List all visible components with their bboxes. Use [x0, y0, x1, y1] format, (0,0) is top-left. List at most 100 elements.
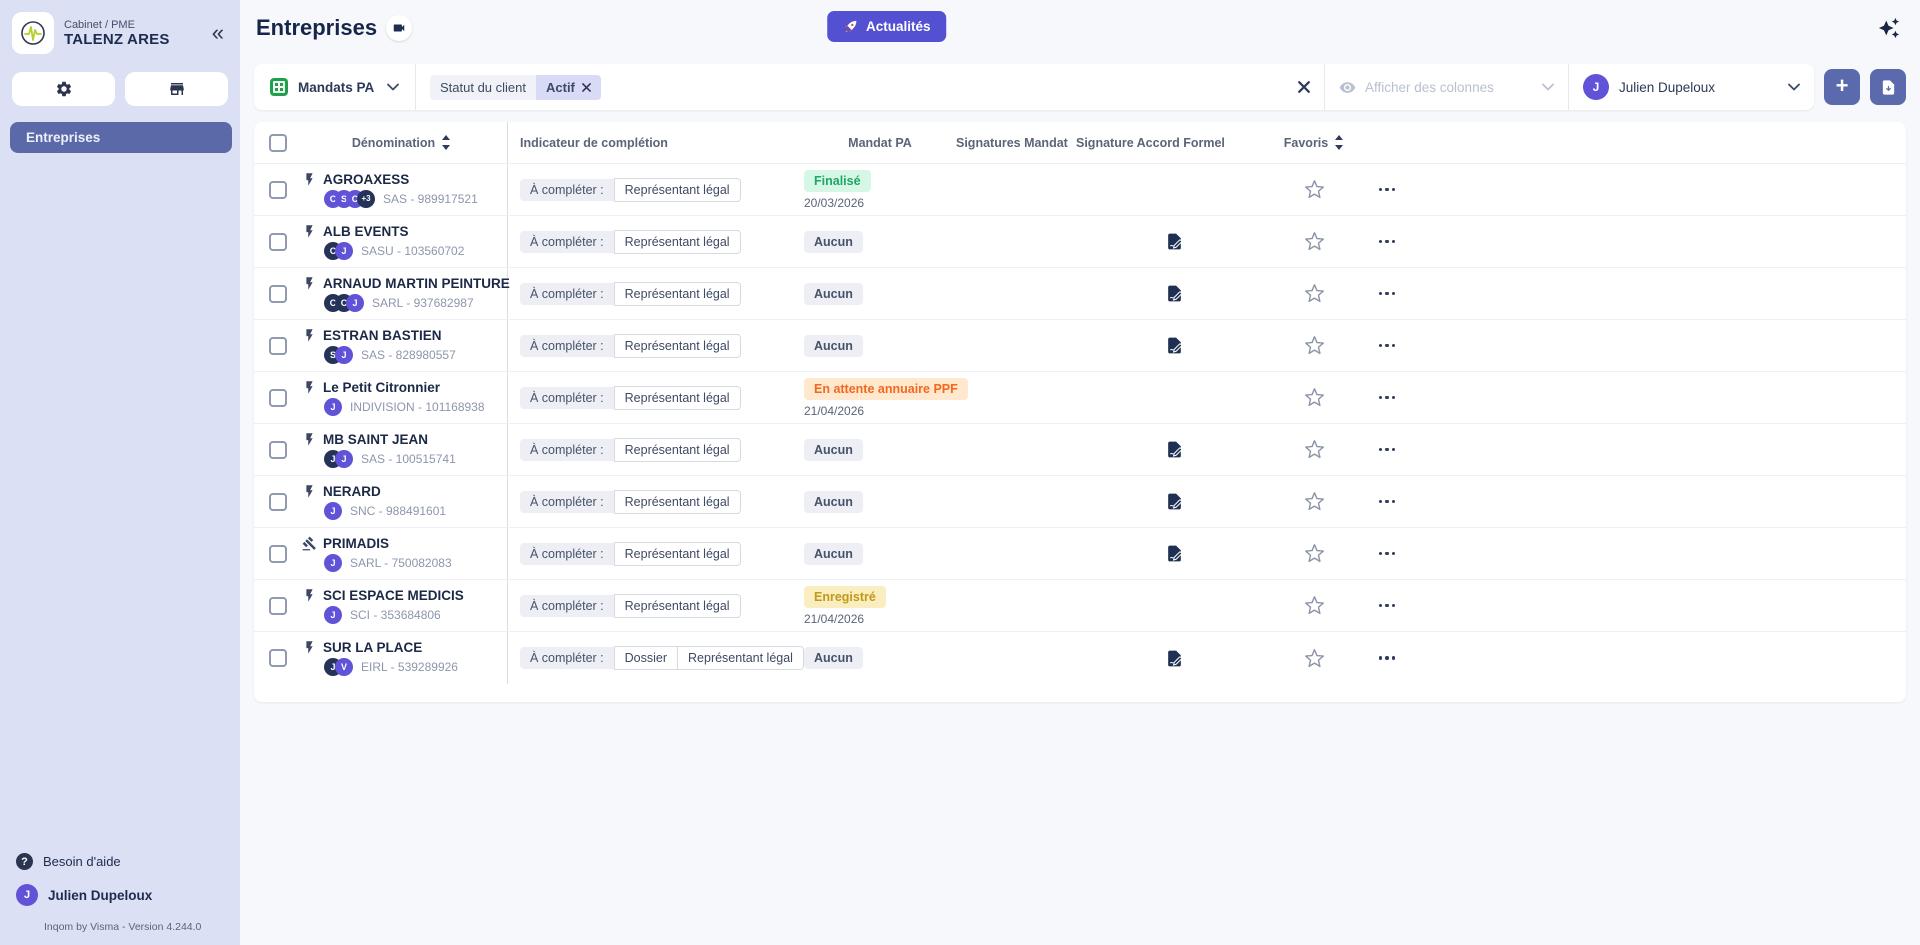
mandate-cell: Enregistré 21/04/2026	[798, 580, 956, 631]
star-icon[interactable]	[1304, 335, 1325, 356]
todo-chip[interactable]: Représentant légal	[614, 542, 741, 566]
star-icon[interactable]	[1304, 648, 1325, 669]
more-options-button[interactable]	[1375, 286, 1400, 302]
row-checkbox[interactable]	[269, 233, 287, 251]
signatures-mandat-cell	[956, 372, 1076, 423]
signature-document-icon[interactable]	[1165, 492, 1184, 511]
settings-button[interactable]	[12, 72, 115, 106]
table-row[interactable]: ALB EVENTS CJ SASU - 103560702 À complét…	[254, 216, 1906, 268]
todo-chip[interactable]: Représentant légal	[614, 438, 741, 462]
organization-type: Cabinet / PME	[64, 19, 196, 31]
row-checkbox[interactable]	[269, 181, 287, 199]
row-checkbox[interactable]	[269, 389, 287, 407]
todo-chip[interactable]: Représentant légal	[614, 230, 741, 254]
company-name[interactable]: Le Petit Citronnier	[323, 380, 440, 395]
star-icon[interactable]	[1304, 543, 1325, 564]
select-all-checkbox[interactable]	[269, 134, 287, 152]
company-name[interactable]: MB SAINT JEAN	[323, 432, 428, 447]
todo-chip[interactable]: Représentant légal	[614, 178, 741, 202]
company-name[interactable]: ESTRAN BASTIEN	[323, 328, 442, 343]
clear-filters-icon[interactable]	[1284, 75, 1324, 99]
row-checkbox[interactable]	[269, 597, 287, 615]
row-checkbox[interactable]	[269, 285, 287, 303]
column-favoris[interactable]: Favoris	[1272, 122, 1356, 163]
export-document-button[interactable]	[1870, 69, 1906, 105]
todo-chip[interactable]: Représentant légal	[614, 386, 741, 410]
sort-icon[interactable]	[441, 135, 451, 150]
star-icon[interactable]	[1304, 283, 1325, 304]
star-icon[interactable]	[1304, 387, 1325, 408]
signature-document-icon[interactable]	[1165, 544, 1184, 563]
company-cell: ARNAUD MARTIN PEINTURE CCJ SARL - 937682…	[302, 268, 508, 319]
star-icon[interactable]	[1304, 231, 1325, 252]
mandate-status-chip: Finalisé	[804, 170, 871, 192]
more-options-button[interactable]	[1375, 182, 1400, 198]
table-row[interactable]: PRIMADIS J SARL - 750082083 À compléter …	[254, 528, 1906, 580]
todo-chip[interactable]: Représentant légal	[678, 646, 804, 670]
row-checkbox[interactable]	[269, 545, 287, 563]
signature-document-icon[interactable]	[1165, 336, 1184, 355]
row-checkbox[interactable]	[269, 493, 287, 511]
signature-document-icon[interactable]	[1165, 440, 1184, 459]
company-name[interactable]: ARNAUD MARTIN PEINTURE	[323, 276, 510, 291]
table-row[interactable]: SCI ESPACE MEDICIS J SCI - 353684806 À c…	[254, 580, 1906, 632]
table-row[interactable]: ARNAUD MARTIN PEINTURE CCJ SARL - 937682…	[254, 268, 1906, 320]
todo-chip[interactable]: Représentant légal	[614, 334, 741, 358]
sidebar-item-entreprises[interactable]: Entreprises	[10, 122, 232, 153]
row-checkbox[interactable]	[269, 649, 287, 667]
mandate-status-chip: Aucun	[804, 231, 863, 253]
more-options-button[interactable]	[1375, 338, 1400, 354]
star-icon[interactable]	[1304, 595, 1325, 616]
star-icon[interactable]	[1304, 491, 1325, 512]
signature-document-icon[interactable]	[1165, 232, 1184, 251]
todo-chip[interactable]: Dossier	[614, 646, 678, 670]
more-options-button[interactable]	[1375, 598, 1400, 614]
company-name[interactable]: AGROAXESS	[323, 172, 409, 187]
owner-select[interactable]: J Julien Dupeloux	[1568, 64, 1814, 110]
row-checkbox[interactable]	[269, 337, 287, 355]
table-row[interactable]: SUR LA PLACE JV EIRL - 539289926 À compl…	[254, 632, 1906, 684]
row-select-cell	[254, 632, 302, 684]
sidebar-user[interactable]: J Julien Dupeloux	[16, 877, 226, 913]
organization-name: TALENZ ARES	[64, 31, 196, 48]
table-row[interactable]: Le Petit Citronnier J INDIVISION - 10116…	[254, 372, 1906, 424]
company-name[interactable]: ALB EVENTS	[323, 224, 409, 239]
add-company-button[interactable]: +	[1824, 69, 1860, 105]
todo-chip[interactable]: Représentant légal	[614, 282, 741, 306]
more-options-button[interactable]	[1375, 390, 1400, 406]
news-button[interactable]: Actualités	[827, 11, 947, 42]
table-row[interactable]: AGROAXESS CSC+3 SAS - 989917521 À complé…	[254, 164, 1906, 216]
more-options-button[interactable]	[1375, 650, 1400, 666]
remove-filter-icon[interactable]	[582, 83, 591, 92]
table-row[interactable]: NERARD J SNC - 988491601 À compléter :Re…	[254, 476, 1906, 528]
company-name[interactable]: NERARD	[323, 484, 381, 499]
video-camera-icon[interactable]	[386, 15, 412, 41]
star-icon[interactable]	[1304, 179, 1325, 200]
chevron-down-icon	[387, 83, 399, 91]
todo-prefix-chip: À compléter :	[520, 231, 614, 253]
more-options-button[interactable]	[1375, 546, 1400, 562]
more-options-button[interactable]	[1375, 442, 1400, 458]
company-name[interactable]: PRIMADIS	[323, 536, 389, 551]
sparkles-icon[interactable]	[1874, 13, 1904, 43]
star-icon[interactable]	[1304, 439, 1325, 460]
todo-chip[interactable]: Représentant légal	[614, 594, 741, 618]
sidebar-collapse-icon[interactable]: «	[206, 22, 230, 44]
sort-icon[interactable]	[1334, 135, 1344, 150]
table-row[interactable]: MB SAINT JEAN JJ SAS - 100515741 À compl…	[254, 424, 1906, 476]
todo-chip[interactable]: Représentant légal	[614, 490, 741, 514]
help-link[interactable]: ? Besoin d'aide	[16, 846, 226, 877]
signature-document-icon[interactable]	[1165, 649, 1184, 668]
row-checkbox[interactable]	[269, 441, 287, 459]
table-row[interactable]: ESTRAN BASTIEN SJ SAS - 828980557 À comp…	[254, 320, 1906, 372]
company-name[interactable]: SCI ESPACE MEDICIS	[323, 588, 464, 603]
company-name[interactable]: SUR LA PLACE	[323, 640, 422, 655]
column-denomination[interactable]: Dénomination	[302, 122, 508, 163]
more-options-button[interactable]	[1375, 494, 1400, 510]
signature-document-icon[interactable]	[1165, 284, 1184, 303]
view-select[interactable]: Mandats PA	[254, 64, 416, 110]
columns-select[interactable]: Afficher des colonnes	[1324, 64, 1568, 110]
store-button[interactable]	[125, 72, 228, 106]
more-options-button[interactable]	[1375, 234, 1400, 250]
chevron-down-icon	[1788, 83, 1800, 91]
